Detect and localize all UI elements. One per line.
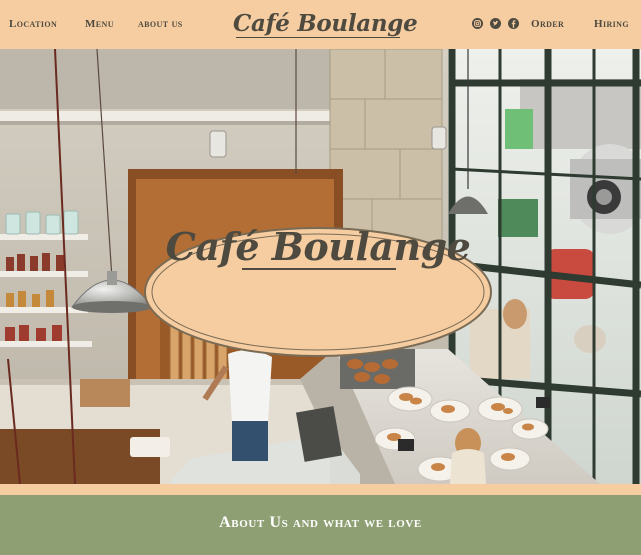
nav-about-link[interactable]: about us [138,17,183,31]
nav-order-link[interactable]: Order [531,17,564,31]
site-header: Location Menu about us Café Boulange Ord… [0,0,641,49]
site-logo-text[interactable]: Café Boulange [233,10,418,38]
instagram-icon[interactable] [472,18,483,29]
logo-underline [236,37,400,38]
hero-title: Café Boulange [165,224,471,269]
nav-menu-link[interactable]: Menu [85,17,114,31]
twitter-icon[interactable] [490,18,501,29]
nav-hiring-link[interactable]: Hiring [594,17,629,31]
page: Location Menu about us Café Boulange Ord… [0,0,641,555]
hero-title-underline [242,268,396,270]
divider-band [0,484,641,495]
nav-location-link[interactable]: Location [9,17,57,31]
about-section-title: About Us and what we love [219,514,422,531]
facebook-icon[interactable] [508,18,519,29]
